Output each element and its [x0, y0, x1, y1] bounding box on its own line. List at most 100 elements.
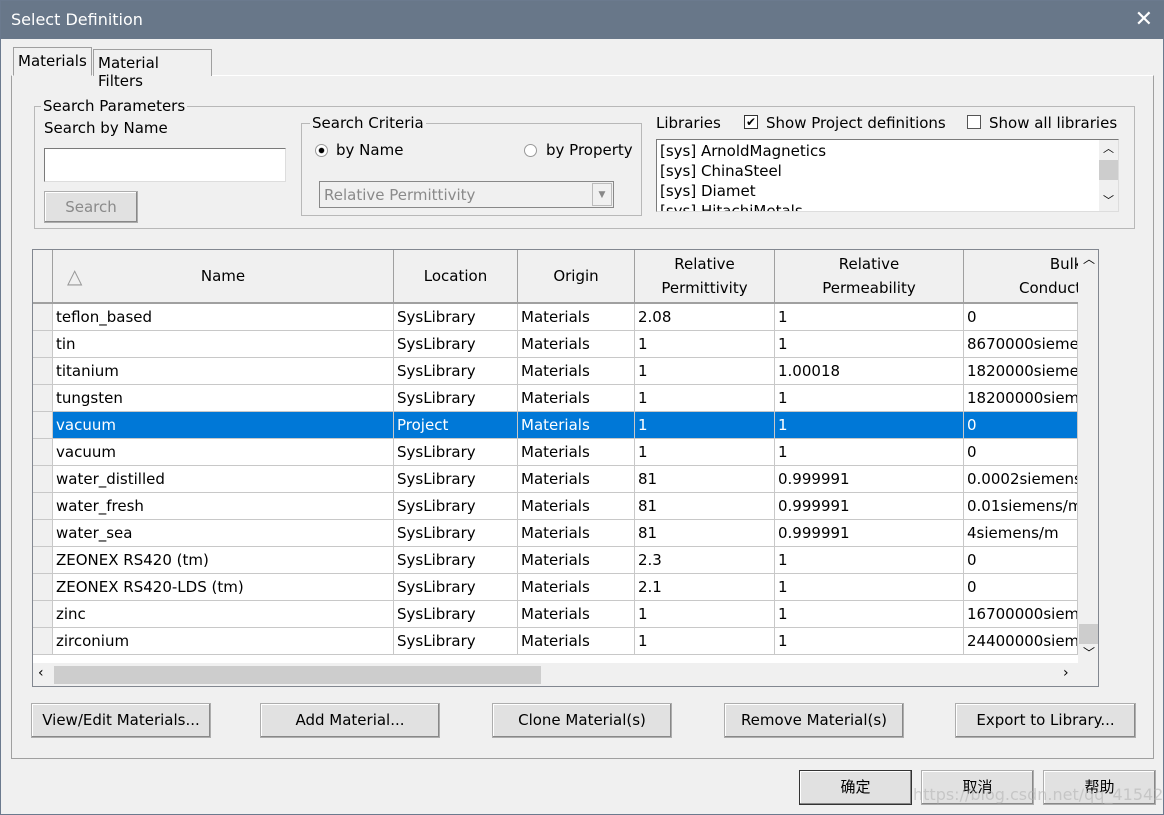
cell-name[interactable]: water_sea [53, 520, 394, 547]
column-header-relative-permeability[interactable]: Relative Permeability [775, 250, 964, 304]
row-header[interactable] [33, 601, 53, 628]
library-item[interactable]: [sys] HitachiMetals [660, 201, 1115, 211]
cell-origin[interactable]: Materials [518, 412, 635, 439]
chevron-right-icon[interactable]: › [1063, 665, 1069, 681]
table-row[interactable]: vacuum SysLibrary Materials 1 1 0 [33, 439, 1078, 466]
chevron-down-icon[interactable]: ﹀ [1103, 192, 1114, 208]
scroll-thumb[interactable] [1099, 160, 1118, 180]
cell-origin[interactable]: Materials [518, 628, 635, 655]
cell-location[interactable]: SysLibrary [394, 520, 518, 547]
cell-bulk-conductivity[interactable]: 0 [964, 304, 1078, 331]
cell-relative-permeability[interactable]: 1 [775, 412, 964, 439]
cell-relative-permittivity[interactable]: 81 [635, 520, 775, 547]
table-row[interactable]: tinSysLibraryMaterials118670000siemens/m [33, 331, 1078, 358]
row-header[interactable] [33, 304, 53, 331]
cell-relative-permeability[interactable]: 0.999991 [775, 520, 964, 547]
libraries-list[interactable]: [sys] ArnoldMagnetics [sys] ChinaSteel [… [656, 139, 1119, 212]
by-name-label[interactable]: by Name [336, 141, 403, 159]
row-header[interactable] [33, 331, 53, 358]
cell-origin[interactable]: Materials [518, 601, 635, 628]
scroll-thumb[interactable] [1079, 624, 1098, 644]
row-header[interactable] [33, 628, 53, 655]
cell-name[interactable]: zinc [53, 601, 394, 628]
close-icon[interactable]: ✕ [1135, 7, 1153, 32]
table-row[interactable]: water_distilled SysLibrary Materials 81 0.99… [33, 466, 1078, 493]
cell-name[interactable]: vacuum [53, 412, 394, 439]
cell-bulk-conductivity[interactable]: 0 [964, 412, 1078, 439]
vertical-scrollbar[interactable]: ︿ ﹀ [1078, 250, 1098, 663]
search-name-input[interactable] [44, 148, 286, 182]
ok-button[interactable]: 确定 [799, 770, 912, 805]
cell-relative-permittivity[interactable]: 1 [635, 412, 775, 439]
cell-bulk-conductivity[interactable]: 16700000siemens/m [964, 601, 1078, 628]
cell-relative-permeability[interactable]: 1 [775, 331, 964, 358]
add-material-button[interactable]: Add Material... [260, 703, 440, 738]
cell-relative-permittivity[interactable]: 1 [635, 439, 775, 466]
cell-bulk-conductivity[interactable]: 8670000siemens/m [964, 331, 1078, 358]
row-header[interactable] [33, 547, 53, 574]
cell-bulk-conductivity[interactable]: 0 [964, 439, 1078, 466]
cell-location[interactable]: SysLibrary [394, 358, 518, 385]
cell-relative-permittivity[interactable]: 81 [635, 493, 775, 520]
row-header[interactable] [33, 358, 53, 385]
table-row[interactable]: ZEONEX RS420 (tm) SysLibrary Materials 2.3 1… [33, 547, 1078, 574]
table-row[interactable]: titanium SysLibrary Materials 1 1.00018 18200… [33, 358, 1078, 385]
table-row[interactable]: water_fresh SysLibrary Materials 81 0.999991… [33, 493, 1078, 520]
cell-location[interactable]: SysLibrary [394, 493, 518, 520]
cell-relative-permittivity[interactable]: 2.1 [635, 574, 775, 601]
cell-origin[interactable]: Materials [518, 547, 635, 574]
cell-relative-permeability[interactable]: 1 [775, 304, 964, 331]
cell-relative-permittivity[interactable]: 1 [635, 385, 775, 412]
cell-relative-permittivity[interactable]: 2.3 [635, 547, 775, 574]
cell-relative-permeability[interactable]: 1 [775, 574, 964, 601]
cell-bulk-conductivity[interactable]: 0.01siemens/m [964, 493, 1078, 520]
cell-relative-permeability[interactable]: 0.999991 [775, 466, 964, 493]
column-header-name[interactable]: △ Name [53, 250, 394, 304]
libraries-scrollbar[interactable]: ︿ ﹀ [1099, 140, 1118, 211]
cell-location[interactable]: SysLibrary [394, 628, 518, 655]
chevron-down-icon[interactable]: ▼ [592, 183, 612, 206]
cell-relative-permittivity[interactable]: 1 [635, 628, 775, 655]
cell-origin[interactable]: Materials [518, 358, 635, 385]
column-header-location[interactable]: Location [394, 250, 518, 304]
cell-bulk-conductivity[interactable]: 1820000siemens/m [964, 358, 1078, 385]
show-project-checkbox[interactable]: ✔ [744, 115, 758, 129]
horizontal-scrollbar[interactable]: ‹ › [33, 663, 1098, 686]
library-item[interactable]: [sys] ChinaSteel [660, 161, 1115, 181]
cell-relative-permeability[interactable]: 1 [775, 628, 964, 655]
cell-name[interactable]: teflon_based [53, 304, 394, 331]
chevron-left-icon[interactable]: ‹ [38, 665, 44, 681]
cell-name[interactable]: water_fresh [53, 493, 394, 520]
materials-table[interactable]: △ Name Location Origin Relative Permitti… [32, 249, 1099, 687]
cell-origin[interactable]: Materials [518, 574, 635, 601]
cell-relative-permeability[interactable]: 1 [775, 547, 964, 574]
by-property-radio[interactable] [524, 144, 537, 157]
cell-location[interactable]: Project [394, 412, 518, 439]
cell-relative-permittivity[interactable]: 2.08 [635, 304, 775, 331]
cell-origin[interactable]: Materials [518, 493, 635, 520]
chevron-up-icon[interactable]: ︿ [1083, 250, 1095, 267]
view-edit-materials-button[interactable]: View/Edit Materials... [31, 703, 211, 738]
cell-relative-permittivity[interactable]: 81 [635, 466, 775, 493]
scroll-thumb[interactable] [54, 666, 541, 684]
row-header[interactable] [33, 466, 53, 493]
cell-relative-permittivity[interactable]: 1 [635, 601, 775, 628]
row-header[interactable] [33, 520, 53, 547]
cell-location[interactable]: SysLibrary [394, 547, 518, 574]
cell-origin[interactable]: Materials [518, 385, 635, 412]
cell-origin[interactable]: Materials [518, 331, 635, 358]
chevron-up-icon[interactable]: ︿ [1103, 140, 1114, 156]
table-row[interactable]: water_sea SysLibrary Materials 81 0.999991 4s… [33, 520, 1078, 547]
show-all-libraries-label[interactable]: Show all libraries [989, 114, 1117, 132]
tab-material-filters[interactable]: Material Filters [93, 49, 212, 90]
table-row[interactable]: ZEONEX RS420-LDS (tm) SysLibrary Materials… [33, 574, 1078, 601]
cell-relative-permeability[interactable]: 1 [775, 601, 964, 628]
table-row[interactable]: teflon_based SysLibrary Materials 2.08 1 0 [33, 304, 1078, 331]
show-all-libraries-checkbox[interactable] [967, 115, 981, 129]
cell-location[interactable]: SysLibrary [394, 304, 518, 331]
search-button[interactable]: Search [44, 191, 138, 223]
cell-location[interactable]: SysLibrary [394, 439, 518, 466]
cell-relative-permeability[interactable]: 1.00018 [775, 358, 964, 385]
cell-origin[interactable]: Materials [518, 304, 635, 331]
cell-origin[interactable]: Materials [518, 520, 635, 547]
